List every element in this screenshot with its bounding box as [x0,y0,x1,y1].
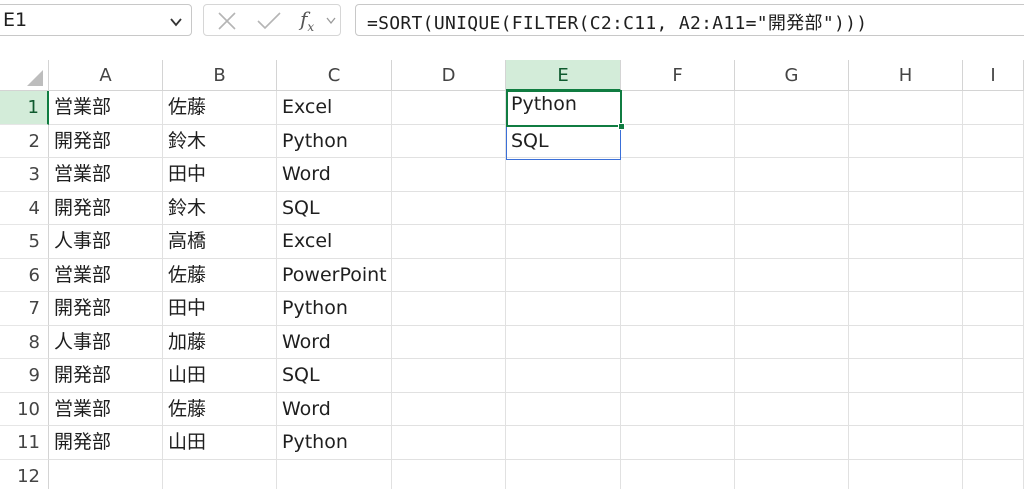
fx-icon[interactable]: fx [300,7,314,34]
cell-c6[interactable]: PowerPoint [277,259,392,292]
row-header-2[interactable]: 2 [0,124,49,158]
name-box[interactable]: E1 [0,4,192,36]
chevron-down-icon[interactable] [169,15,183,29]
select-all-triangle-icon [27,70,43,86]
select-all-button[interactable] [0,60,49,91]
cell-c10[interactable]: Word [277,393,392,426]
cell-b9[interactable]: 山田 [163,359,277,392]
row-header-9[interactable]: 9 [0,359,49,393]
formula-controls: fx [203,4,341,36]
cell-b11[interactable]: 山田 [163,426,277,459]
column-header-g[interactable]: G [735,60,849,91]
cell-a1[interactable]: 営業部 [49,91,163,124]
column-header-c[interactable]: C [277,60,392,91]
cell-e1[interactable]: Python [506,88,621,121]
cell-b7[interactable]: 田中 [163,292,277,325]
cell-a3[interactable]: 営業部 [49,158,163,191]
row-header-5[interactable]: 5 [0,225,49,259]
row-header-8[interactable]: 8 [0,325,49,359]
row-header-10[interactable]: 10 [0,392,49,426]
cell-b5[interactable]: 高橋 [163,225,277,258]
cell-c7[interactable]: Python [277,292,392,325]
row-header-11[interactable]: 11 [0,426,49,460]
column-header-i[interactable]: I [963,60,1024,91]
formula-input[interactable]: =SORT(UNIQUE(FILTER(C2:C11, A2:A11="開発部"… [355,4,1024,36]
cell-a4[interactable]: 開発部 [49,192,163,225]
cell-a11[interactable]: 開発部 [49,426,163,459]
gridline-vertical [962,91,963,489]
spreadsheet-grid: A B C D E F G H I 1 2 3 4 5 6 7 8 9 10 11 12 営業部 佐藤 Excel 開発部 鈴木 P… [0,60,1024,489]
column-header-h[interactable]: H [849,60,963,91]
cell-c11[interactable]: Python [277,426,392,459]
column-header-a[interactable]: A [49,60,163,91]
x-icon[interactable] [216,11,238,31]
cell-c1[interactable]: Excel [277,91,392,124]
cell-c5[interactable]: Excel [277,225,392,258]
check-icon[interactable] [256,11,282,31]
formula-text: =SORT(UNIQUE(FILTER(C2:C11, A2:A11="開発部"… [367,13,868,34]
cell-b10[interactable]: 佐藤 [163,393,277,426]
name-box-value: E1 [3,9,28,31]
cell-c8[interactable]: Word [277,326,392,359]
column-header-e[interactable]: E [506,60,621,91]
chevron-down-small-icon[interactable] [326,17,336,25]
cell-a10[interactable]: 営業部 [49,393,163,426]
cell-b3[interactable]: 田中 [163,158,277,191]
column-header-d[interactable]: D [392,60,506,91]
cell-c2[interactable]: Python [277,125,392,158]
cell-c9[interactable]: SQL [277,359,392,392]
cell-b8[interactable]: 加藤 [163,326,277,359]
cell-e2[interactable]: SQL [506,125,621,158]
cell-b6[interactable]: 佐藤 [163,259,277,292]
row-header-1[interactable]: 1 [0,91,49,125]
row-header-3[interactable]: 3 [0,158,49,192]
cell-c4[interactable]: SQL [277,192,392,225]
row-header-6[interactable]: 6 [0,258,49,292]
row-header-12[interactable]: 12 [0,459,49,489]
cell-a6[interactable]: 営業部 [49,259,163,292]
cell-b1[interactable]: 佐藤 [163,91,277,124]
column-header-b[interactable]: B [163,60,277,91]
cell-a2[interactable]: 開発部 [49,125,163,158]
formula-bar: E1 fx =SORT(UNIQUE(FILTER(C2:C11, A2:A11… [0,0,1024,44]
cell-a7[interactable]: 開発部 [49,292,163,325]
row-header-4[interactable]: 4 [0,191,49,225]
row-header-7[interactable]: 7 [0,292,49,326]
cell-b2[interactable]: 鈴木 [163,125,277,158]
cell-c3[interactable]: Word [277,158,392,191]
cell-a9[interactable]: 開発部 [49,359,163,392]
gridline-vertical [734,91,735,489]
cell-a5[interactable]: 人事部 [49,225,163,258]
cell-b4[interactable]: 鈴木 [163,192,277,225]
column-header-f[interactable]: F [621,60,735,91]
gridline-vertical [848,91,849,489]
cell-a8[interactable]: 人事部 [49,326,163,359]
